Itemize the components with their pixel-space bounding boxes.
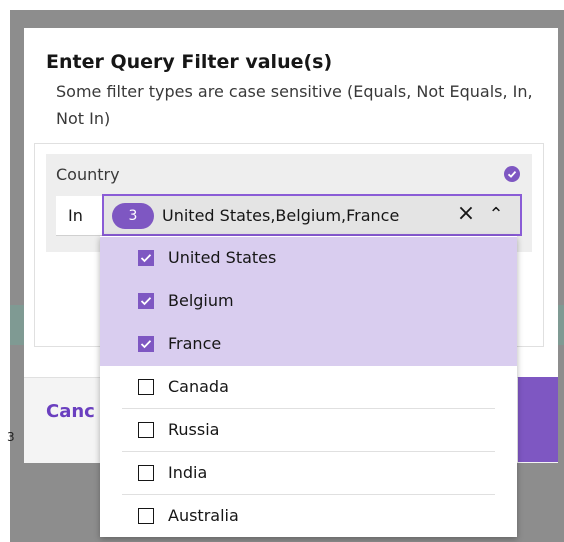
cancel-button[interactable]: Canc: [46, 401, 95, 422]
checkbox-checked-icon[interactable]: [138, 293, 154, 309]
option-label: Russia: [168, 420, 220, 439]
checkbox-checked-icon[interactable]: [138, 336, 154, 352]
option-item[interactable]: Belgium: [100, 280, 517, 323]
operator-select[interactable]: In: [56, 196, 102, 236]
selected-count-tag[interactable]: 3: [112, 203, 154, 229]
checkbox-checked-icon[interactable]: [138, 250, 154, 266]
checkbox-unchecked-icon[interactable]: [138, 508, 154, 524]
option-label: Canada: [168, 377, 229, 396]
checkbox-unchecked-icon[interactable]: [138, 465, 154, 481]
option-item[interactable]: United States: [100, 237, 517, 280]
option-item[interactable]: Russia: [100, 409, 517, 452]
option-label: Belgium: [168, 291, 234, 310]
option-item[interactable]: Canada: [100, 366, 517, 409]
modal-description: Some filter types are case sensitive (Eq…: [56, 82, 533, 128]
option-label: Australia: [168, 506, 239, 525]
option-item[interactable]: Australia: [100, 495, 517, 538]
option-item[interactable]: India: [100, 452, 517, 495]
option-item[interactable]: France: [100, 323, 517, 366]
option-label: United States: [168, 248, 277, 267]
selected-values-text: United States,Belgium,France: [162, 206, 400, 225]
valid-check-icon: [504, 166, 520, 182]
clear-selection-icon[interactable]: ×: [455, 201, 477, 227]
checkbox-unchecked-icon[interactable]: [138, 379, 154, 395]
primary-button[interactable]: [518, 377, 558, 462]
option-label: India: [168, 463, 208, 482]
chevron-up-icon[interactable]: ⌃: [486, 201, 506, 227]
field-label: Country: [56, 165, 120, 184]
option-label: France: [168, 334, 222, 353]
background-text: 3: [7, 430, 15, 444]
checkbox-unchecked-icon[interactable]: [138, 422, 154, 438]
modal-title: Enter Query Filter value(s): [46, 51, 333, 73]
